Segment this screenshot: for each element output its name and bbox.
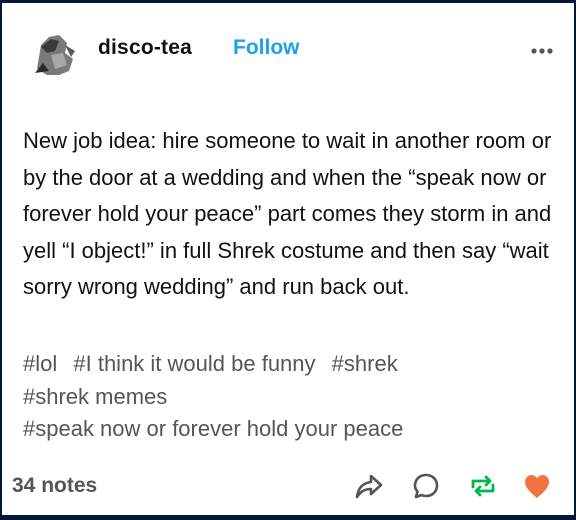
tag-shrek[interactable]: #shrek bbox=[332, 351, 398, 376]
reply-icon[interactable] bbox=[410, 470, 442, 502]
heart-icon[interactable] bbox=[521, 470, 553, 502]
post-header: disco-tea Follow bbox=[2, 3, 574, 93]
share-icon[interactable] bbox=[353, 470, 385, 502]
reblog-icon[interactable] bbox=[467, 470, 499, 502]
follow-button[interactable]: Follow bbox=[233, 36, 300, 60]
avatar-image bbox=[29, 25, 83, 79]
post-card: disco-tea Follow New job idea: hire some… bbox=[2, 3, 574, 515]
more-dots-icon[interactable] bbox=[528, 41, 556, 61]
post-footer: 34 notes bbox=[2, 458, 574, 515]
notes-count[interactable]: 34 notes bbox=[12, 474, 97, 498]
tag-shrek-memes[interactable]: #shrek memes bbox=[23, 384, 167, 409]
username[interactable]: disco-tea bbox=[98, 36, 192, 60]
tag-speak-now[interactable]: #speak now or forever hold your peace bbox=[23, 416, 403, 441]
tag-funny[interactable]: #I think it would be funny bbox=[73, 351, 315, 376]
avatar[interactable] bbox=[29, 25, 83, 79]
tag-lol[interactable]: #lol bbox=[23, 351, 57, 376]
tag-list: #lol #I think it would be funny #shrek #… bbox=[23, 348, 563, 446]
post-body-text: New job idea: hire someone to wait in an… bbox=[23, 128, 552, 299]
